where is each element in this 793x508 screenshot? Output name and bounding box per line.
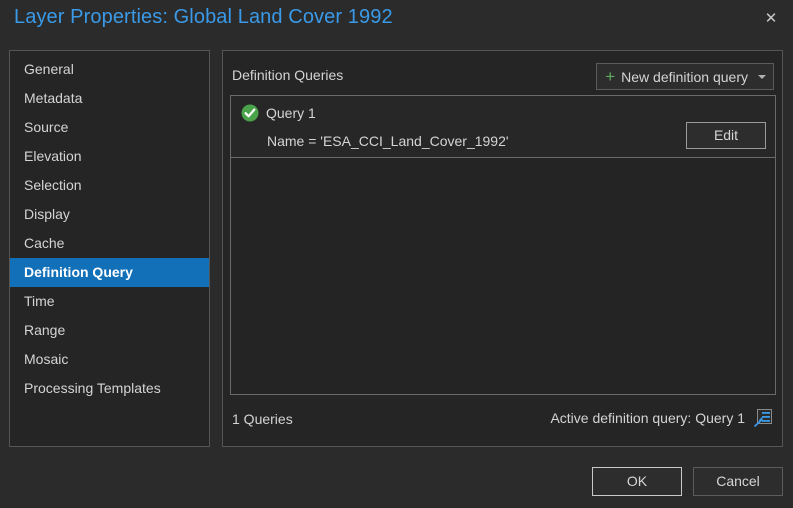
- sidebar-item-label: Time: [24, 293, 55, 309]
- cancel-button[interactable]: Cancel: [693, 467, 783, 496]
- sidebar-item-processing-templates[interactable]: Processing Templates: [10, 374, 209, 403]
- sidebar-item-elevation[interactable]: Elevation: [10, 142, 209, 171]
- dialog-title: Layer Properties: Global Land Cover 1992: [14, 6, 393, 29]
- sidebar-item-range[interactable]: Range: [10, 316, 209, 345]
- sidebar-item-label: Definition Query: [24, 264, 133, 280]
- sidebar-item-label: General: [24, 61, 74, 77]
- query-card[interactable]: Query 1 Name = 'ESA_CCI_Land_Cover_1992'…: [231, 96, 775, 158]
- dialog-footer-buttons: OK Cancel: [592, 467, 783, 496]
- sidebar-item-label: Source: [24, 119, 68, 135]
- definition-query-list-icon[interactable]: [753, 408, 773, 428]
- new-definition-query-button[interactable]: + New definition query: [596, 63, 774, 90]
- sidebar-item-label: Display: [24, 206, 70, 222]
- sidebar-item-general[interactable]: General: [10, 55, 209, 84]
- sidebar-item-label: Processing Templates: [24, 380, 161, 396]
- sidebar-item-source[interactable]: Source: [10, 113, 209, 142]
- check-circle-icon: [241, 104, 259, 122]
- plus-icon: +: [605, 68, 615, 85]
- query-expression: Name = 'ESA_CCI_Land_Cover_1992': [267, 133, 509, 149]
- query-name: Query 1: [266, 105, 316, 121]
- panel-footer: 1 Queries Active definition query: Query…: [223, 395, 782, 446]
- layer-properties-dialog: Layer Properties: Global Land Cover 1992…: [0, 0, 793, 508]
- panel-title: Definition Queries: [232, 67, 343, 83]
- edit-query-button[interactable]: Edit: [686, 122, 766, 149]
- sidebar-item-time[interactable]: Time: [10, 287, 209, 316]
- sidebar-item-label: Cache: [24, 235, 64, 251]
- properties-sidebar: General Metadata Source Elevation Select…: [9, 50, 210, 447]
- sidebar-item-definition-query[interactable]: Definition Query: [10, 258, 209, 287]
- sidebar-item-mosaic[interactable]: Mosaic: [10, 345, 209, 374]
- sidebar-item-metadata[interactable]: Metadata: [10, 84, 209, 113]
- ok-button[interactable]: OK: [592, 467, 682, 496]
- new-definition-query-label: New definition query: [621, 69, 748, 85]
- chevron-down-icon[interactable]: [758, 75, 766, 79]
- close-icon: ✕: [765, 11, 778, 26]
- sidebar-item-cache[interactable]: Cache: [10, 229, 209, 258]
- definition-query-panel: Definition Queries + New definition quer…: [222, 50, 783, 447]
- query-count-label: 1 Queries: [232, 411, 293, 427]
- sidebar-item-label: Range: [24, 322, 65, 338]
- active-definition-query: Active definition query: Query 1: [550, 408, 773, 428]
- panel-header: Definition Queries + New definition quer…: [223, 51, 782, 95]
- sidebar-item-display[interactable]: Display: [10, 200, 209, 229]
- active-definition-query-label: Active definition query: Query 1: [550, 410, 745, 426]
- sidebar-item-label: Mosaic: [24, 351, 68, 367]
- dialog-titlebar: Layer Properties: Global Land Cover 1992…: [0, 0, 793, 40]
- sidebar-item-selection[interactable]: Selection: [10, 171, 209, 200]
- sidebar-item-label: Elevation: [24, 148, 82, 164]
- sidebar-item-label: Selection: [24, 177, 82, 193]
- close-button[interactable]: ✕: [753, 2, 789, 34]
- sidebar-item-label: Metadata: [24, 90, 82, 106]
- query-list: Query 1 Name = 'ESA_CCI_Land_Cover_1992'…: [230, 95, 776, 395]
